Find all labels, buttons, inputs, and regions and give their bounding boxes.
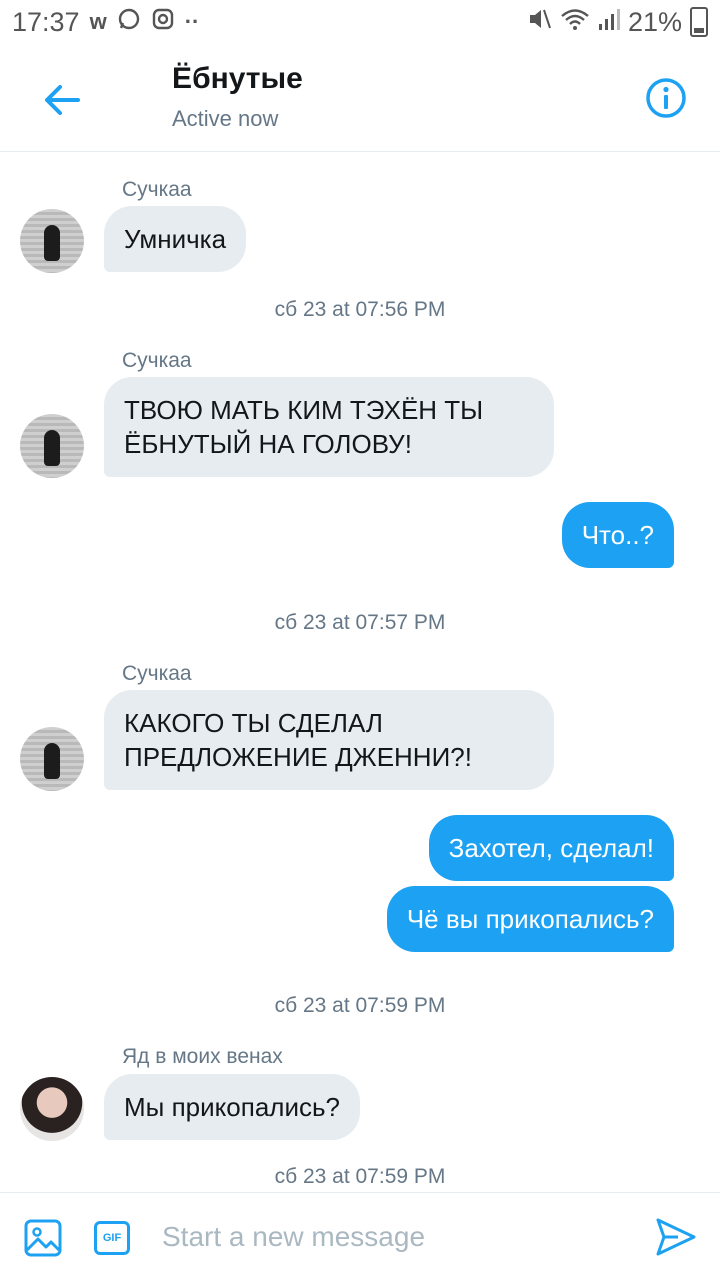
timestamp: сб 23 at 07:56 PM bbox=[274, 298, 446, 321]
incoming-message[interactable]: ТВОЮ МАТЬ КИМ ТЭХЁН ТЫ ЁБНУТЫЙ НА ГОЛОВУ… bbox=[104, 377, 554, 477]
wifi-icon bbox=[560, 7, 590, 38]
back-arrow-icon bbox=[45, 85, 80, 115]
info-button[interactable] bbox=[644, 76, 688, 120]
sender-name: Сучкаа bbox=[122, 349, 192, 372]
avatar[interactable] bbox=[20, 209, 84, 273]
message-composer: GIF bbox=[0, 1192, 720, 1280]
message-input[interactable] bbox=[162, 1213, 622, 1261]
outgoing-message[interactable]: Захотел, сделал! bbox=[428, 815, 674, 881]
w-logo-icon: w bbox=[89, 9, 107, 34]
battery-percent: 21% bbox=[627, 6, 682, 37]
outgoing-message[interactable]: Что..? bbox=[561, 502, 674, 568]
avatar[interactable] bbox=[20, 414, 84, 478]
avatar[interactable] bbox=[20, 1077, 84, 1141]
status-bar: 17:37 w ·· 21% bbox=[0, 0, 720, 44]
sender-name: Сучкаа bbox=[122, 178, 192, 201]
media-button[interactable] bbox=[24, 1219, 62, 1257]
image-icon bbox=[24, 1219, 62, 1257]
conversation-header: Ёбнутые Active now bbox=[0, 48, 720, 152]
outgoing-message[interactable]: Чё вы прикопались? bbox=[386, 886, 674, 952]
sender-name: Яд в моих венах bbox=[122, 1045, 283, 1068]
timestamp: сб 23 at 07:59 PM bbox=[274, 1165, 446, 1188]
signal-icon bbox=[598, 7, 620, 38]
message-thread[interactable]: Сучкаа Умничка сб 23 at 07:56 PM Сучкаа … bbox=[0, 152, 720, 1192]
conversation-title: Ёбнутые bbox=[172, 62, 303, 95]
send-button[interactable] bbox=[654, 1215, 698, 1259]
avatar[interactable] bbox=[20, 727, 84, 791]
timestamp: сб 23 at 07:59 PM bbox=[274, 994, 446, 1017]
info-icon bbox=[646, 78, 686, 118]
send-icon bbox=[656, 1218, 696, 1256]
conversation-status: Active now bbox=[172, 106, 279, 131]
mute-icon bbox=[526, 6, 552, 39]
incoming-message[interactable]: КАКОГО ТЫ СДЕЛАЛ ПРЕДЛОЖЕНИЕ ДЖЕННИ?! bbox=[104, 690, 554, 790]
instagram-icon bbox=[151, 7, 175, 37]
incoming-message[interactable]: Умничка bbox=[104, 206, 247, 272]
more-dots-icon: ·· bbox=[184, 9, 200, 34]
battery-icon bbox=[690, 7, 708, 37]
back-button[interactable] bbox=[38, 76, 86, 124]
status-time: 17:37 bbox=[12, 6, 80, 37]
timestamp: сб 23 at 07:57 PM bbox=[274, 611, 446, 634]
sender-name: Сучкаа bbox=[122, 662, 192, 685]
whatsapp-icon bbox=[117, 7, 141, 37]
incoming-message[interactable]: Мы прикопались? bbox=[104, 1074, 360, 1140]
gif-button[interactable]: GIF bbox=[94, 1221, 130, 1255]
